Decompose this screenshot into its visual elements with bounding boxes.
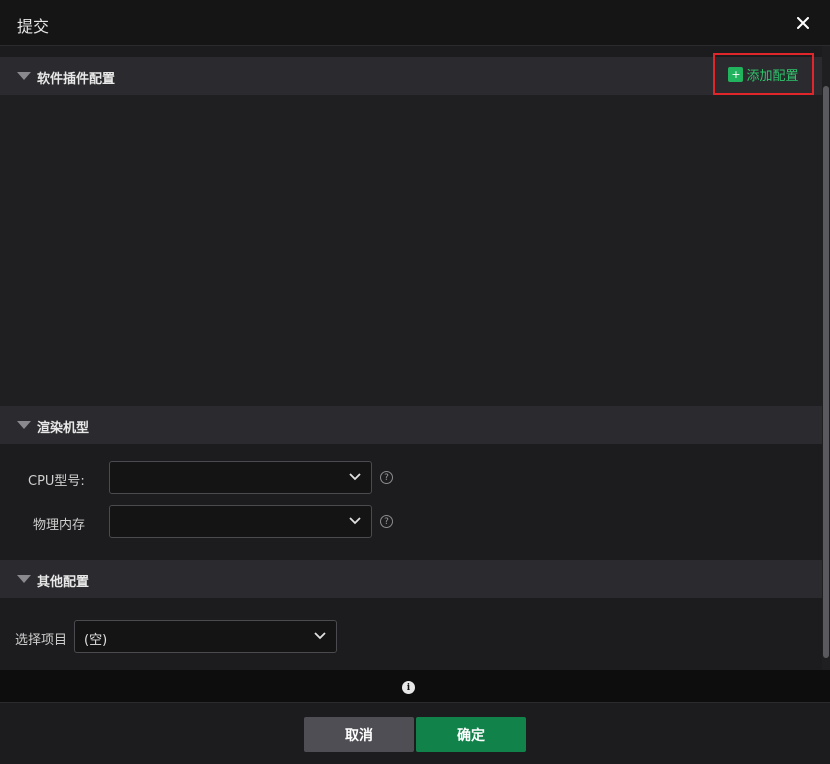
add-config-label: 添加配置 [746, 68, 799, 84]
section-header-render[interactable]: 渲染机型 [0, 406, 822, 444]
cancel-button[interactable]: 取消 [304, 717, 414, 752]
memory-label: 物理内存 [33, 518, 86, 533]
dialog-titlebar: 提交 [0, 0, 830, 46]
section-header-other[interactable]: 其他配置 [0, 560, 822, 598]
section-title-render: 渲染机型 [37, 421, 90, 436]
info-icon[interactable]: i [402, 681, 415, 694]
dialog-title: 提交 [17, 17, 50, 36]
section-header-plugins[interactable]: 软件插件配置 [0, 57, 822, 95]
scrollbar-thumb[interactable] [823, 86, 829, 658]
cpu-label: CPU型号: [28, 474, 85, 489]
chevron-down-icon [314, 632, 326, 640]
memory-select[interactable] [109, 505, 372, 538]
add-config-button[interactable]: + 添加配置 [713, 53, 814, 95]
cpu-help-icon[interactable]: ? [380, 471, 393, 484]
collapse-triangle-icon [17, 575, 31, 583]
scrollbar[interactable] [822, 46, 830, 670]
section-title-other: 其他配置 [37, 575, 90, 590]
collapse-triangle-icon [17, 421, 31, 429]
dialog-footer: 取消 确定 [0, 702, 830, 764]
close-button[interactable] [790, 10, 816, 36]
memory-help-icon[interactable]: ? [380, 515, 393, 528]
project-label: 选择项目 [15, 633, 68, 648]
info-bar: i [0, 670, 830, 702]
collapse-triangle-icon [17, 72, 31, 80]
chevron-down-icon [349, 473, 361, 481]
close-icon [797, 17, 809, 29]
plugin-list-area [0, 95, 822, 406]
project-select-value: (空) [84, 633, 108, 648]
section-title-plugins: 软件插件配置 [37, 72, 116, 87]
ok-button[interactable]: 确定 [416, 717, 526, 752]
project-select[interactable]: (空) [74, 620, 337, 653]
plus-icon: + [728, 66, 744, 82]
chevron-down-icon [349, 517, 361, 525]
cpu-select[interactable] [109, 461, 372, 494]
